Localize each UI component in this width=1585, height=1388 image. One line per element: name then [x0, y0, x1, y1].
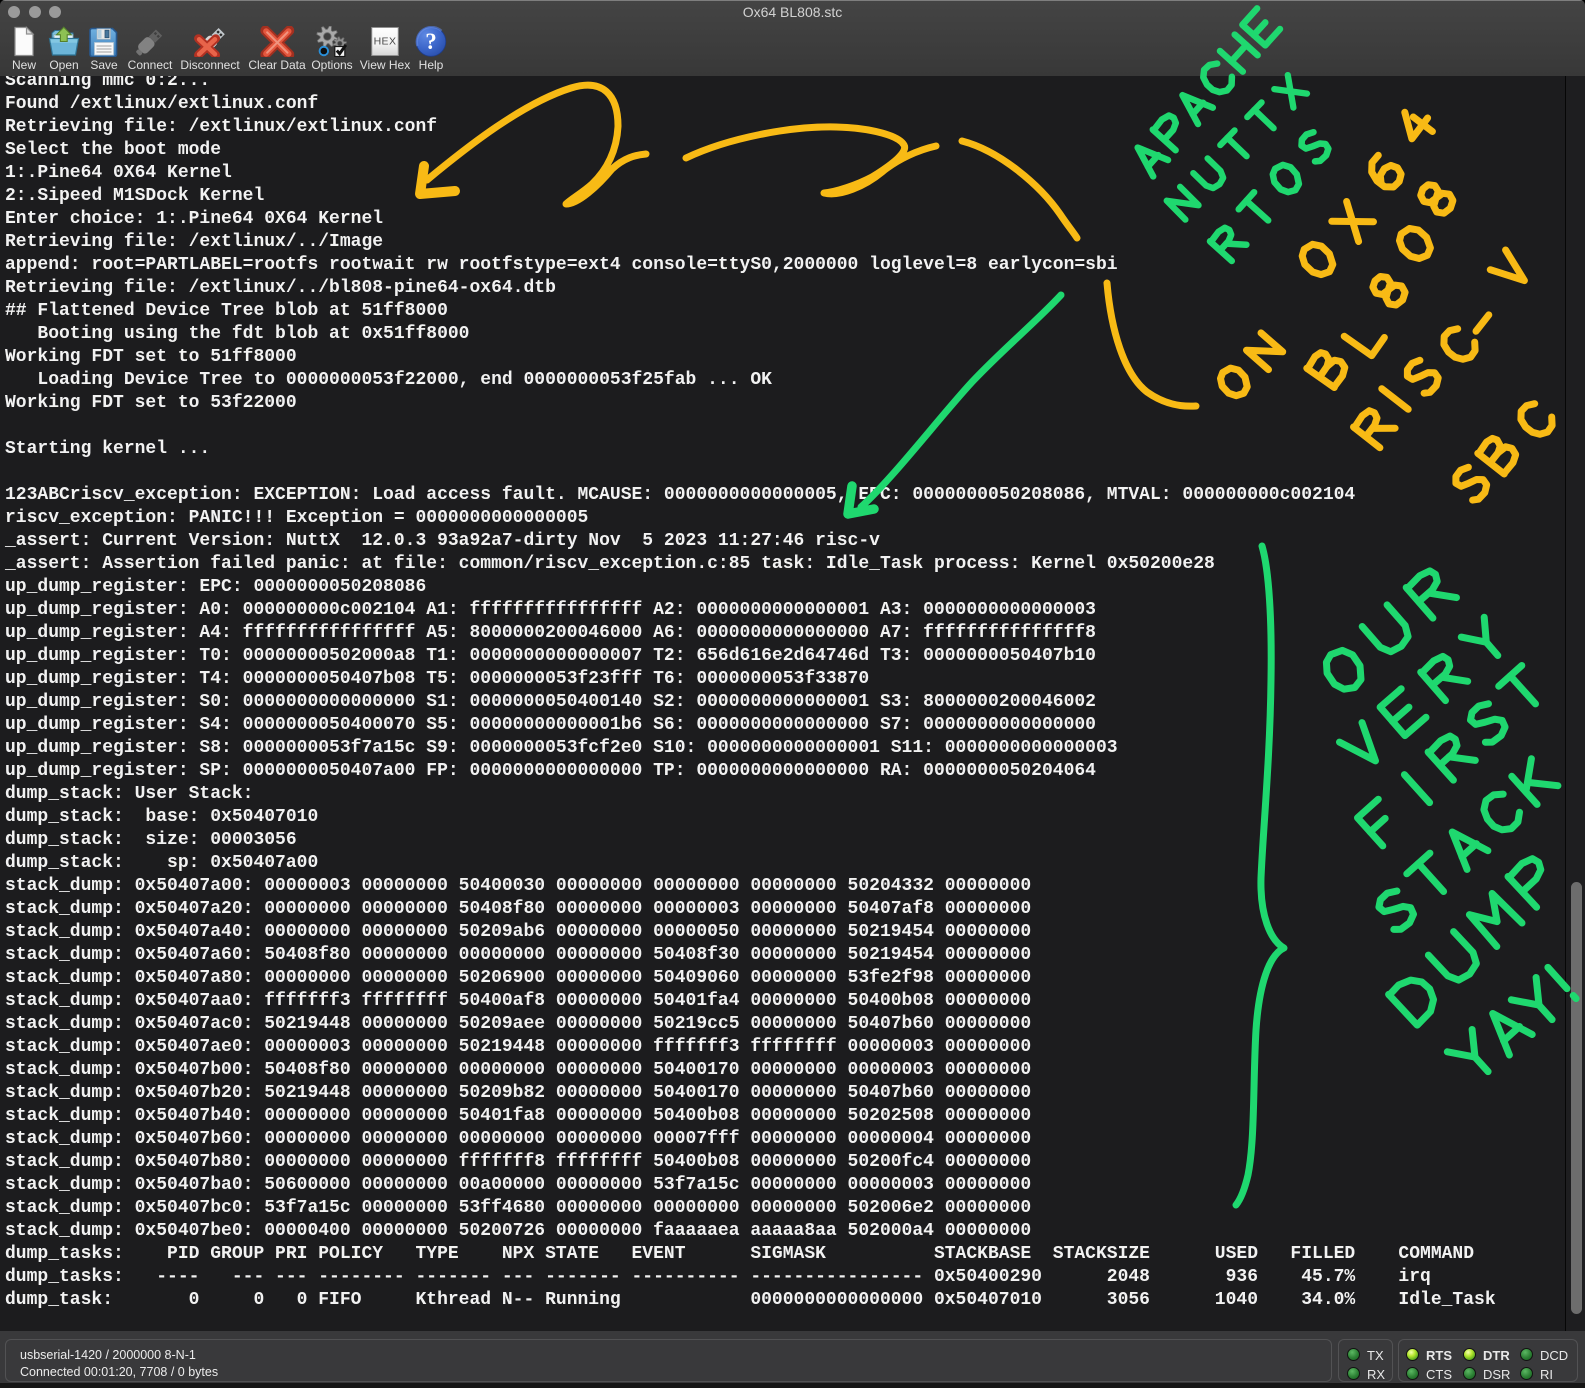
svg-text:?: ?	[425, 29, 437, 54]
svg-text:HEX: HEX	[374, 35, 397, 47]
